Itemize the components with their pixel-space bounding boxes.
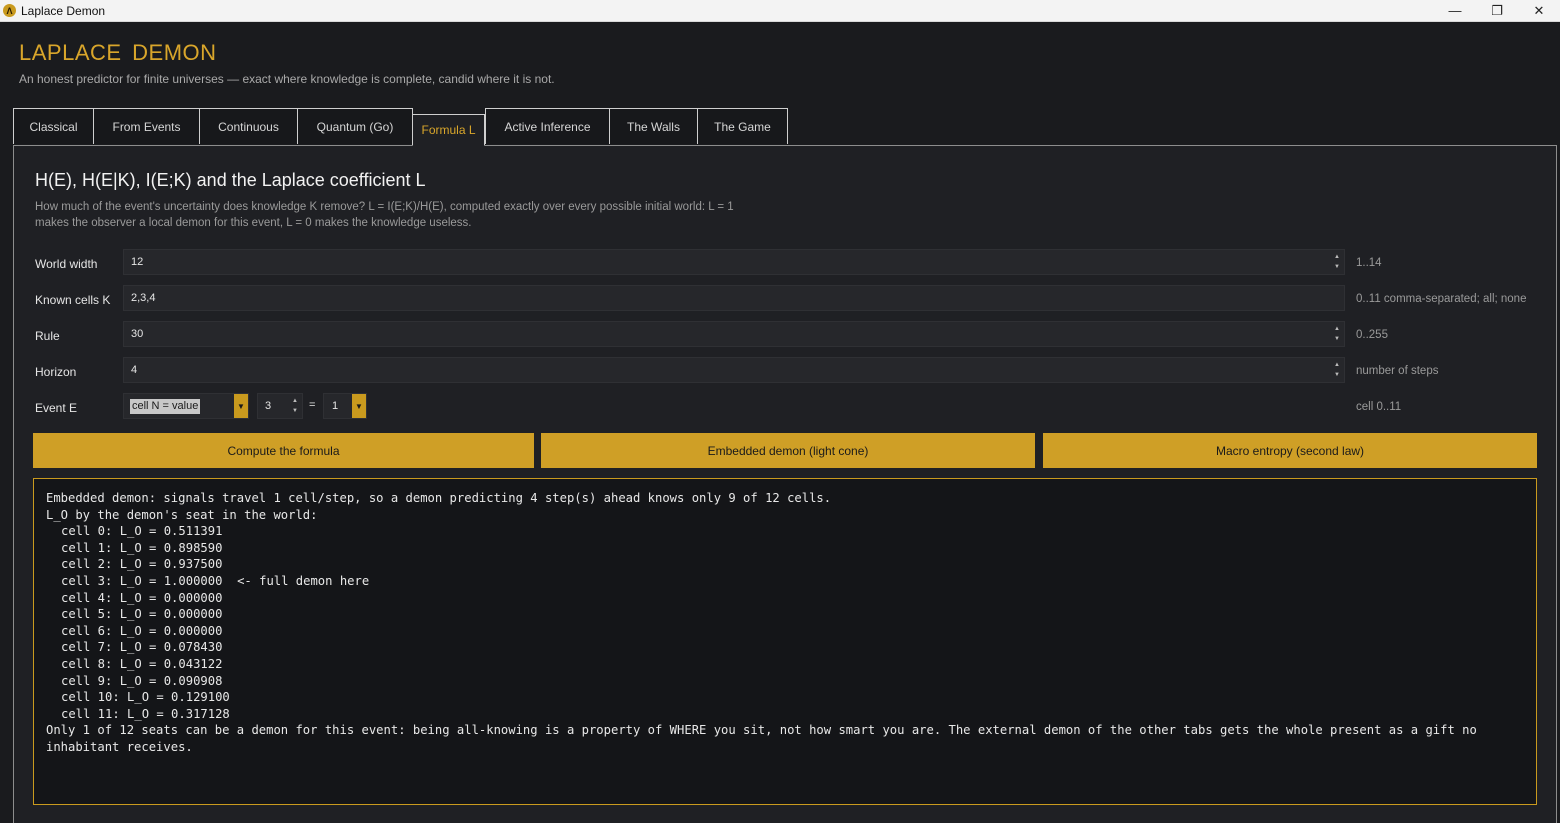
known-cells-label: Known cells K xyxy=(35,293,111,307)
output-heading: L_O by the demon's seat in the world: xyxy=(46,507,318,522)
chevron-down-icon[interactable]: ▼ xyxy=(352,394,366,418)
output-cell-line: cell 3: L_O = 1.000000 <- full demon her… xyxy=(61,573,370,588)
tab-active-inference[interactable]: Active Inference xyxy=(485,108,610,144)
event-type-select[interactable]: cell N = value ▼ xyxy=(123,393,249,419)
tab-quantum-go[interactable]: Quantum (Go) xyxy=(297,108,413,144)
event-value: 1 xyxy=(332,400,339,412)
output-cell-line: cell 9: L_O = 0.090908 xyxy=(61,673,223,688)
equals-sign: = xyxy=(309,399,316,411)
rule-value: 30 xyxy=(131,328,144,340)
macro-entropy-button[interactable]: Macro entropy (second law) xyxy=(1043,433,1537,468)
output-intro: Embedded demon: signals travel 1 cell/st… xyxy=(46,491,832,505)
panel-description: How much of the event's uncertainty does… xyxy=(35,201,734,229)
minimize-icon[interactable]: — xyxy=(1434,0,1476,21)
window-controls: — ❐ ✕ xyxy=(1434,0,1560,21)
event-type-value: cell N = value xyxy=(130,399,201,414)
compute-formula-button[interactable]: Compute the formula xyxy=(33,433,534,468)
output-cell-line: cell 7: L_O = 0.078430 xyxy=(61,640,223,655)
horizon-label: Horizon xyxy=(35,365,77,379)
known-cells-input[interactable]: 2,3,4 xyxy=(123,285,1345,311)
close-icon[interactable]: ✕ xyxy=(1518,0,1560,21)
spin-arrows-icon[interactable]: ▲ ▼ xyxy=(1334,361,1342,379)
output-console[interactable]: Embedded demon: signals travel 1 cell/st… xyxy=(33,478,1537,805)
rule-hint: 0..255 xyxy=(1356,329,1388,341)
tab-the-walls[interactable]: The Walls xyxy=(609,108,698,144)
known-cells-hint: 0..11 comma-separated; all; none xyxy=(1356,293,1527,305)
known-cells-value: 2,3,4 xyxy=(131,292,156,304)
tab-continuous[interactable]: Continuous xyxy=(199,108,298,144)
output-cell-line: cell 8: L_O = 0.043122 xyxy=(61,656,223,671)
app-title: LAPLACE DEMON xyxy=(19,40,217,65)
rule-spinbox[interactable]: 30 ▲ ▼ xyxy=(123,321,1345,347)
output-cell-line: cell 1: L_O = 0.898590 xyxy=(61,540,223,555)
tab-formula-l[interactable]: Formula L xyxy=(412,114,485,146)
tab-classical[interactable]: Classical xyxy=(13,108,94,144)
spin-arrows-icon[interactable]: ▲ ▼ xyxy=(1334,253,1342,271)
world-width-spinbox[interactable]: 12 ▲ ▼ xyxy=(123,249,1345,275)
app-logo-icon: Λ xyxy=(3,4,16,17)
output-cell-line: cell 6: L_O = 0.000000 xyxy=(61,623,223,638)
world-width-hint: 1..14 xyxy=(1356,257,1382,269)
panel-title: H(E), H(E|K), I(E;K) and the Laplace coe… xyxy=(35,170,426,190)
horizon-spinbox[interactable]: 4 ▲ ▼ xyxy=(123,357,1345,383)
spin-arrows-icon[interactable]: ▲ ▼ xyxy=(1334,325,1342,343)
output-cell-line: cell 2: L_O = 0.937500 xyxy=(61,557,223,572)
world-width-value: 12 xyxy=(131,256,144,268)
world-width-label: World width xyxy=(35,257,98,271)
window-titlebar: Λ Laplace Demon — ❐ ✕ xyxy=(0,0,1560,22)
app-subtitle: An honest predictor for finite universes… xyxy=(19,72,555,86)
spin-arrows-icon[interactable]: ▲ ▼ xyxy=(292,397,300,415)
output-cell-line: cell 0: L_O = 0.511391 xyxy=(61,524,223,539)
event-label: Event E xyxy=(35,401,78,415)
window-title: Laplace Demon xyxy=(21,3,106,18)
event-hint: cell 0..11 xyxy=(1356,401,1402,413)
output-cell-line: cell 10: L_O = 0.129100 xyxy=(61,690,230,705)
embedded-demon-button[interactable]: Embedded demon (light cone) xyxy=(541,433,1035,468)
output-cell-line: cell 4: L_O = 0.000000 xyxy=(61,590,223,605)
output-cell-line: cell 5: L_O = 0.000000 xyxy=(61,607,223,622)
event-cell-value: 3 xyxy=(265,400,272,412)
chevron-down-icon[interactable]: ▼ xyxy=(234,394,248,418)
output-cell-line: cell 11: L_O = 0.317128 xyxy=(61,706,230,721)
output-conclusion: Only 1 of 12 seats can be a demon for th… xyxy=(46,723,1485,754)
tab-from-events[interactable]: From Events xyxy=(93,108,200,144)
tab-the-game[interactable]: The Game xyxy=(697,108,788,144)
event-value-select[interactable]: 1 ▼ xyxy=(323,393,367,419)
event-cell-spinbox[interactable]: 3 ▲ ▼ xyxy=(257,393,303,419)
horizon-hint: number of steps xyxy=(1356,365,1439,377)
horizon-value: 4 xyxy=(131,364,138,376)
rule-label: Rule xyxy=(35,329,60,343)
restore-icon[interactable]: ❐ xyxy=(1476,0,1518,21)
